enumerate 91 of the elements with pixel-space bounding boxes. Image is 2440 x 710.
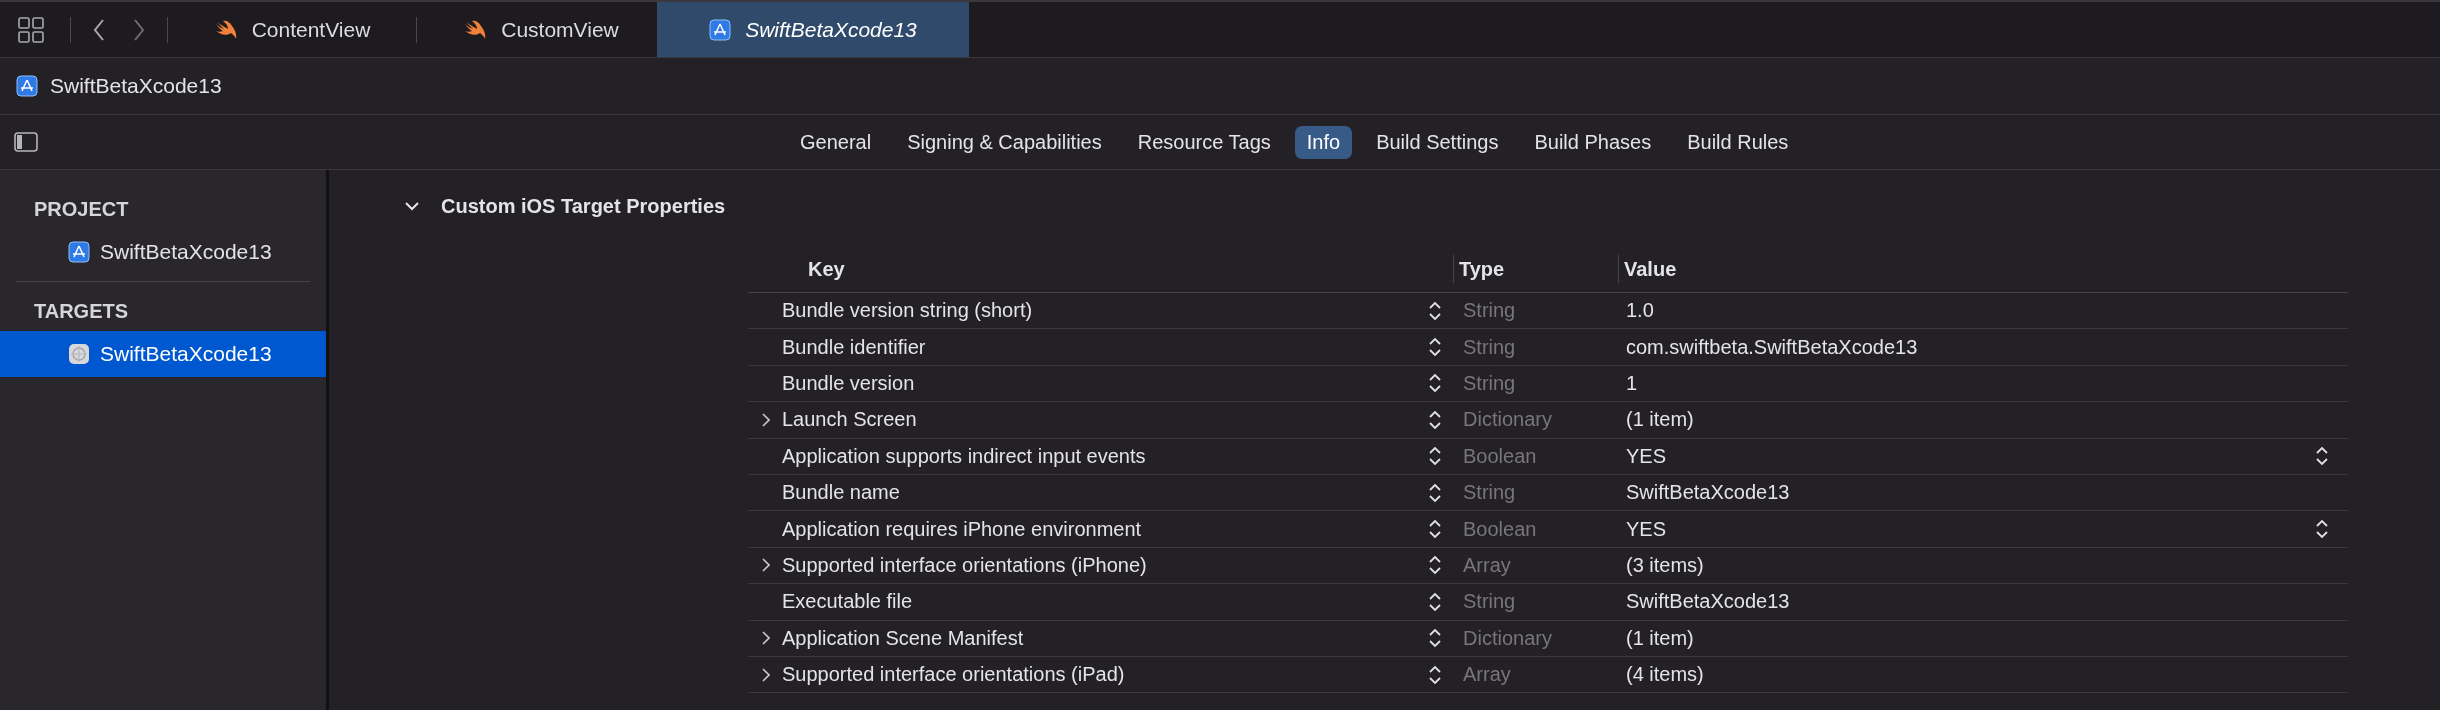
stepper-icon[interactable] (1429, 591, 1441, 612)
swift-icon (463, 19, 488, 40)
table-cell: (1 item) (1626, 408, 1694, 432)
editor-tab[interactable]: CustomView (425, 2, 657, 57)
swift-icon (213, 19, 238, 40)
table-row[interactable]: Executable file String SwiftBetaXcode13 (748, 584, 2348, 621)
table-cell-text: Boolean (1462, 517, 1537, 540)
table-cell-text: Boolean (1462, 444, 1537, 467)
editor-tab[interactable]: SwiftBetaXcode13 (657, 2, 969, 57)
sidebar-section-title: TARGETS (33, 299, 130, 324)
stepper-icon[interactable] (1429, 664, 1441, 685)
table-cell-text: Array (1462, 663, 1511, 686)
column-header[interactable]: Type (1459, 257, 1505, 281)
table-cell-text: Supported interface orientations (iPad) (782, 663, 1126, 687)
column-header[interactable]: Key (808, 257, 845, 280)
table-cell: com.swiftbeta.SwiftBetaXcode13 (1626, 335, 1918, 359)
table-cell-text: Bundle version (782, 371, 916, 395)
editor-section-tab[interactable]: Signing & Capabilities (895, 125, 1114, 159)
table-cell-text: Array (1462, 553, 1511, 576)
column-header[interactable]: Value (1624, 257, 1677, 281)
disclosure-icon[interactable] (762, 631, 770, 646)
table-row[interactable]: Bundle name String SwiftBetaXcode13 (748, 474, 2348, 512)
table-cell: YES (1626, 444, 1667, 468)
stepper-icon[interactable] (1429, 373, 1441, 394)
sidebar-item[interactable]: SwiftBetaXcode13 (0, 229, 326, 275)
stepper-icon[interactable] (2316, 446, 2328, 467)
editor-section-tab[interactable]: Info (1294, 125, 1353, 159)
table-cell-text: Executable file (782, 590, 914, 614)
sidebar-item[interactable]: SwiftBetaXcode13 (0, 331, 326, 377)
stepper-icon[interactable] (1429, 519, 1441, 540)
stepper-icon[interactable] (1429, 409, 1441, 430)
table-cell-text: Supported interface orientations (iPhone) (782, 553, 1148, 577)
table-row[interactable]: Bundle version string (short) String 1.0 (748, 293, 2348, 330)
table-row[interactable]: Application requires iPhone environment Boolean YES (748, 511, 2348, 548)
sidebar-section-title: PROJECT (33, 197, 130, 222)
table-cell-text: Dictionary (1462, 408, 1552, 431)
table-cell-text: Application supports indirect input events (782, 444, 1147, 468)
table-cell-text: String (1462, 481, 1516, 504)
table-row[interactable]: Bundle version String 1 (748, 365, 2348, 403)
app-icon (709, 18, 732, 41)
target-icon (68, 343, 90, 365)
grid-icon[interactable] (18, 16, 44, 43)
table-cell: (4 items) (1626, 663, 1704, 687)
editor-section-tab[interactable]: Build Settings (1364, 125, 1511, 159)
table-row[interactable]: Application supports indirect input events Boolean YES (748, 438, 2348, 475)
stepper-icon[interactable] (1429, 337, 1441, 358)
table-row[interactable]: Supported interface orientations (iPad) Array (4 items) (748, 656, 2348, 694)
editor-section-tab[interactable]: Resource Tags (1125, 125, 1283, 159)
disclosure-icon[interactable] (762, 412, 770, 427)
table-cell: (1 item) (1626, 626, 1694, 650)
table-cell-text: String (1462, 299, 1516, 322)
table-row[interactable]: Launch Screen Dictionary (1 item) (748, 402, 2348, 439)
app-icon (68, 241, 90, 263)
table-cell-text: Application requires iPhone environment (782, 517, 1143, 541)
table-cell: SwiftBetaXcode13 (1626, 590, 1790, 614)
table-cell-text: Bundle version string (short) (782, 299, 1034, 323)
table-cell-text: String (1462, 590, 1516, 613)
stepper-icon[interactable] (1429, 482, 1441, 503)
table-row[interactable]: Bundle identifier String com.swiftbeta.SwiftBetaXcode13 (748, 329, 2348, 366)
table-cell-text: String (1462, 335, 1516, 358)
breadcrumb-item[interactable]: SwiftBetaXcode13 (50, 74, 222, 98)
table-cell: 1 (1626, 371, 1638, 395)
stepper-icon[interactable] (1429, 555, 1441, 576)
table-cell: SwiftBetaXcode13 (1626, 481, 1790, 505)
stepper-icon[interactable] (2316, 519, 2328, 540)
table-cell-text: String (1462, 371, 1516, 394)
stepper-icon[interactable] (1429, 300, 1441, 321)
editor-section-tab[interactable]: Build Rules (1675, 125, 1801, 159)
disclosure-icon[interactable] (762, 667, 770, 682)
table-cell-text: Launch Screen (782, 408, 918, 432)
editor-tab[interactable]: ContentView (176, 2, 408, 57)
table-cell-text: Application Scene Manifest (782, 626, 1025, 650)
editor-section-tab[interactable]: General (788, 125, 884, 159)
app-icon (16, 75, 38, 97)
table-cell-text: Dictionary (1462, 626, 1552, 649)
stepper-icon[interactable] (1429, 446, 1441, 467)
table-cell: (3 items) (1626, 553, 1704, 577)
stepper-icon[interactable] (1429, 628, 1441, 649)
sidebar-toggle-icon[interactable] (14, 132, 38, 152)
table-cell-text: Bundle name (782, 481, 901, 505)
editor-section-tab[interactable]: Build Phases (1522, 125, 1664, 159)
table-row[interactable]: Application Scene Manifest Dictionary (1 item) (748, 620, 2348, 657)
chevron-icon[interactable] (405, 201, 419, 211)
section-title: Custom iOS Target Properties (441, 194, 726, 218)
table-cell-text: Bundle identifier (782, 335, 927, 359)
table-cell: YES (1626, 517, 1667, 541)
table-cell: 1.0 (1626, 299, 1654, 323)
table-row[interactable]: Supported interface orientations (iPhone) Array (3 items) (748, 547, 2348, 585)
back-icon[interactable] (93, 18, 105, 41)
disclosure-icon[interactable] (762, 558, 770, 573)
forward-icon[interactable] (133, 18, 145, 41)
